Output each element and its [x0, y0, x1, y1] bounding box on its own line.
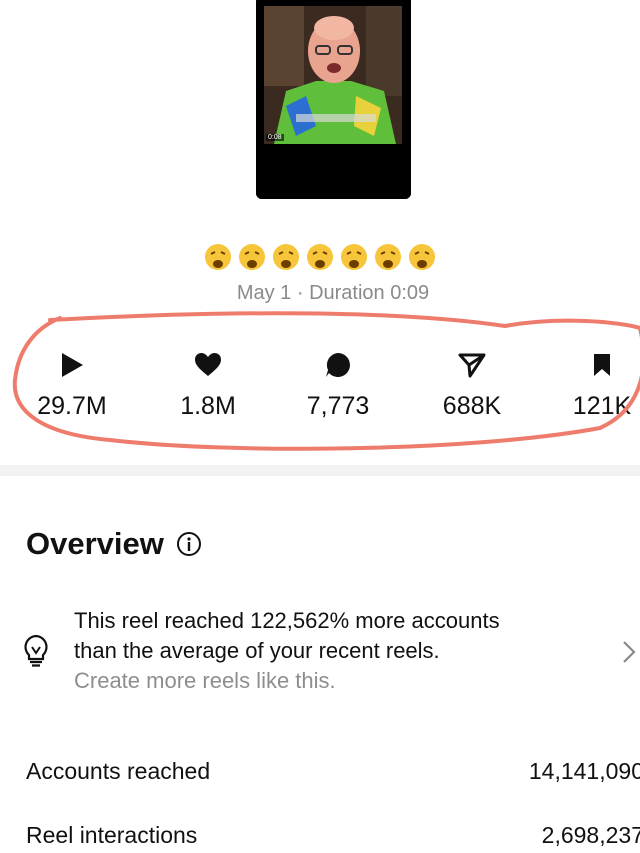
- insight-text: This reel reached 122,562% more accounts…: [74, 606, 614, 696]
- overview-title: Overview: [26, 526, 164, 561]
- metric-label: Reel interactions: [26, 822, 198, 848]
- engagement-stats: 29.7M 1.8M 7,773 688K 121K: [0, 350, 640, 430]
- stat-plays: 29.7M: [12, 350, 132, 421]
- weary-face-emoji-icon: [341, 244, 367, 270]
- heart-icon: [195, 353, 221, 376]
- stat-shares: 688K: [412, 350, 532, 421]
- metric-row-reel-interactions[interactable]: Reel interactions 2,698,237: [26, 822, 640, 849]
- stat-saves: 121K: [542, 350, 640, 421]
- play-icon: [62, 353, 83, 377]
- chevron-right-icon[interactable]: [622, 640, 636, 664]
- bookmark-icon: [594, 354, 610, 376]
- share-icon: [458, 353, 486, 378]
- stat-likes: 1.8M: [148, 350, 268, 421]
- metric-value: 2,698,237: [541, 822, 640, 848]
- weary-face-emoji-icon: [375, 244, 401, 270]
- weary-face-emoji-icon: [307, 244, 333, 270]
- weary-face-emoji-icon: [239, 244, 265, 270]
- insight-link[interactable]: Create more reels like this.: [74, 666, 614, 696]
- caption-emojis: [0, 240, 640, 274]
- lightbulb-icon: [24, 634, 48, 667]
- weary-face-emoji-icon: [205, 244, 231, 270]
- metric-value: 14,141,090: [528, 758, 640, 784]
- insight-card[interactable]: This reel reached 122,562% more accounts…: [20, 606, 640, 701]
- info-icon[interactable]: [176, 531, 202, 557]
- reel-thumbnail[interactable]: 0:08: [256, 0, 411, 199]
- stat-value: 1.8M: [180, 392, 236, 420]
- stat-value: 29.7M: [37, 392, 107, 420]
- insight-line-2: than the average of your recent reels.: [74, 638, 440, 663]
- section-divider: [0, 465, 640, 476]
- metric-label: Accounts reached: [26, 758, 211, 784]
- insight-line-1: This reel reached 122,562% more accounts: [74, 608, 500, 633]
- stat-value: 121K: [572, 392, 632, 420]
- overview-header: Overview: [26, 526, 202, 562]
- stat-value: 688K: [442, 392, 502, 420]
- metric-row-accounts-reached[interactable]: Accounts reached 14,141,090: [26, 758, 640, 785]
- comment-icon: [326, 353, 350, 377]
- date-duration: May 1 · Duration 0:09: [236, 282, 430, 304]
- stat-value: 7,773: [306, 392, 370, 420]
- stat-comments: 7,773: [278, 350, 398, 421]
- weary-face-emoji-icon: [273, 244, 299, 270]
- weary-face-emoji-icon: [409, 244, 435, 270]
- video-timestamp: 0:08: [266, 134, 284, 141]
